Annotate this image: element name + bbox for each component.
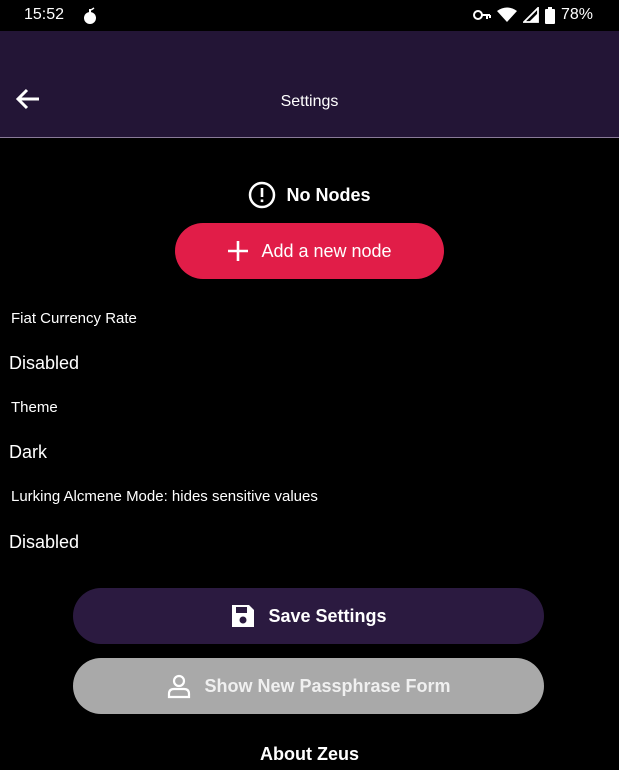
notification-icon [82,7,98,25]
page-title: Settings [280,93,339,110]
lurking-mode-label: Lurking Alcmene Mode: hides sensitive va… [11,488,318,505]
status-time: 15:52 [24,6,65,23]
alert-circle-icon [249,181,276,209]
theme-label: Theme [11,399,58,416]
show-passphrase-form-button[interactable]: Show New Passphrase Form [73,658,544,714]
about-zeus-link[interactable]: About Zeus [0,744,619,765]
no-nodes-notice: No Nodes [0,181,619,209]
plus-icon [228,241,249,261]
floppy-disk-icon [232,605,255,627]
fiat-currency-value[interactable]: Disabled [9,353,79,374]
add-node-label: Add a new node [261,240,392,261]
vpn-key-icon [472,9,491,21]
theme-value[interactable]: Dark [9,442,47,463]
fiat-currency-label: Fiat Currency Rate [11,310,137,327]
app-header: Settings [0,31,619,138]
lurking-mode-value[interactable]: Disabled [9,532,79,553]
add-node-button[interactable]: Add a new node [175,223,444,279]
signal-icon [522,7,539,23]
wifi-icon [496,7,517,23]
save-settings-label: Save Settings [268,605,387,626]
status-bar: 15:52 78% [0,0,619,31]
status-icons: 78% [472,6,593,24]
save-settings-button[interactable]: Save Settings [73,588,544,644]
no-nodes-label: No Nodes [286,184,371,205]
battery-percent: 78% [560,6,593,23]
user-icon [168,674,191,699]
battery-icon [544,6,555,24]
show-passphrase-form-label: Show New Passphrase Form [204,675,451,696]
